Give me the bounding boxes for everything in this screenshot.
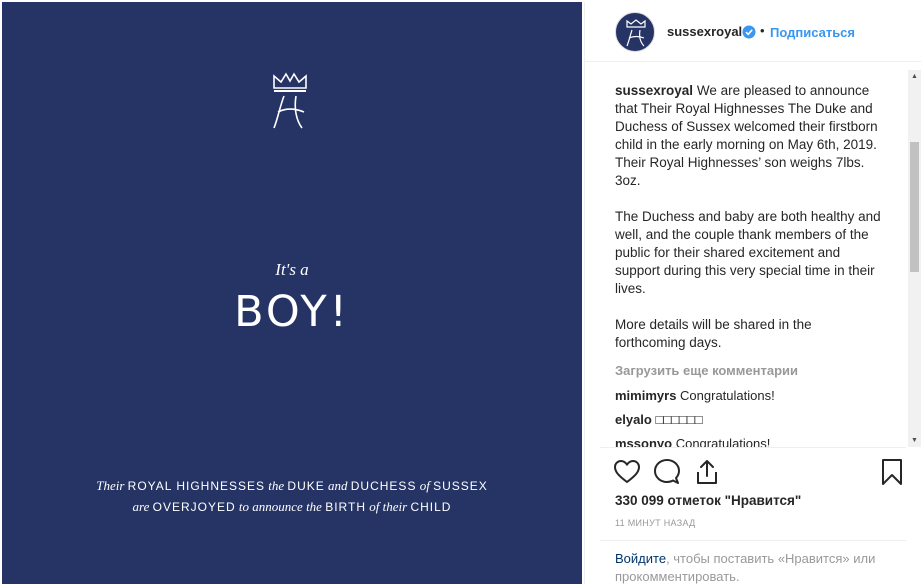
- announcement-word: DUCHESS: [350, 479, 417, 493]
- caption-paragraph-1: We are pleased to announce that Their Ro…: [615, 83, 878, 188]
- announcement-word: ROYAL HIGHNESSES: [127, 479, 266, 493]
- royal-crest-icon: [273, 72, 307, 129]
- verified-badge-icon: [742, 25, 756, 39]
- caption-username[interactable]: sussexroyal: [615, 83, 693, 98]
- caption-paragraph-3: More details will be shared in the forth…: [615, 317, 812, 350]
- username-link[interactable]: sussexroyal: [667, 24, 742, 39]
- bookmark-icon[interactable]: [878, 458, 906, 486]
- comment-text: Congratulations!: [680, 388, 775, 403]
- avatar[interactable]: [615, 12, 655, 52]
- announcement-word: and: [328, 478, 348, 493]
- scroll-up-arrow-icon[interactable]: ▲: [908, 70, 921, 83]
- announcement-line-2: are OVERJOYED to announce the BIRTH of t…: [2, 499, 582, 515]
- announcement-word: CHILD: [410, 500, 452, 514]
- announcement-word: Their: [96, 478, 125, 493]
- load-more-comments-button[interactable]: Загрузить еще комментарии: [615, 363, 798, 378]
- image-headline: BOY!: [234, 287, 350, 337]
- comment-text: Congratulations!: [675, 436, 771, 447]
- comment-username[interactable]: mimimyrs: [615, 388, 676, 403]
- comments-panel[interactable]: sussexroyal We are pleased to announce t…: [585, 62, 907, 447]
- image-tagline: It's a: [275, 260, 309, 279]
- announcement-word: are: [132, 499, 150, 514]
- speech-bubble-icon[interactable]: [653, 458, 681, 486]
- login-prompt: Войдите, чтобы поставить «Нравится» или …: [615, 550, 905, 586]
- announcement-word: OVERJOYED: [152, 500, 236, 514]
- scroll-thumb[interactable]: [910, 142, 919, 272]
- comment-item: mimimyrs Congratulations!: [615, 388, 775, 403]
- announcement-word: of: [419, 478, 430, 493]
- announcement-word: of their: [369, 499, 408, 514]
- scroll-down-arrow-icon[interactable]: ▼: [908, 434, 921, 447]
- comment-username[interactable]: elyalo: [615, 412, 652, 427]
- announcement-word: BIRTH: [325, 500, 367, 514]
- announcement-line-1: Their ROYAL HIGHNESSES the DUKE and DUCH…: [2, 478, 582, 494]
- follow-button[interactable]: Подписаться: [770, 25, 855, 40]
- monogram-icon: [626, 19, 646, 47]
- action-bar: [585, 448, 921, 498]
- caption: sussexroyal We are pleased to announce t…: [615, 82, 885, 370]
- heart-icon[interactable]: [613, 458, 641, 486]
- announcement-word: the: [268, 478, 285, 493]
- comment-username[interactable]: mssonyo: [615, 436, 672, 447]
- post-image[interactable]: It's a BOY! Their ROYAL HIGHNESSES the D…: [2, 2, 582, 584]
- comments-scrollbar[interactable]: ▲ ▼: [908, 70, 921, 447]
- comment-item: mssonyo Congratulations!: [615, 436, 770, 447]
- login-link[interactable]: Войдите: [615, 551, 666, 566]
- post-header: sussexroyal • Подписаться: [585, 2, 921, 62]
- share-arrow-icon[interactable]: [693, 458, 721, 486]
- announcement-word: DUKE: [287, 479, 325, 493]
- separator-dot: •: [760, 23, 765, 38]
- announcement-word: to announce the: [238, 499, 322, 514]
- caption-paragraph-2: The Duchess and baby are both healthy an…: [615, 209, 881, 296]
- comment-text: □□□□□□: [655, 412, 703, 427]
- post-timestamp[interactable]: 11 МИНУТ НАЗАД: [615, 518, 695, 528]
- likes-count[interactable]: 330 099 отметок "Нравится": [615, 493, 801, 508]
- comment-item: elyalo □□□□□□: [615, 412, 703, 427]
- announcement-word: SUSSEX: [433, 479, 488, 493]
- login-divider: [600, 540, 906, 541]
